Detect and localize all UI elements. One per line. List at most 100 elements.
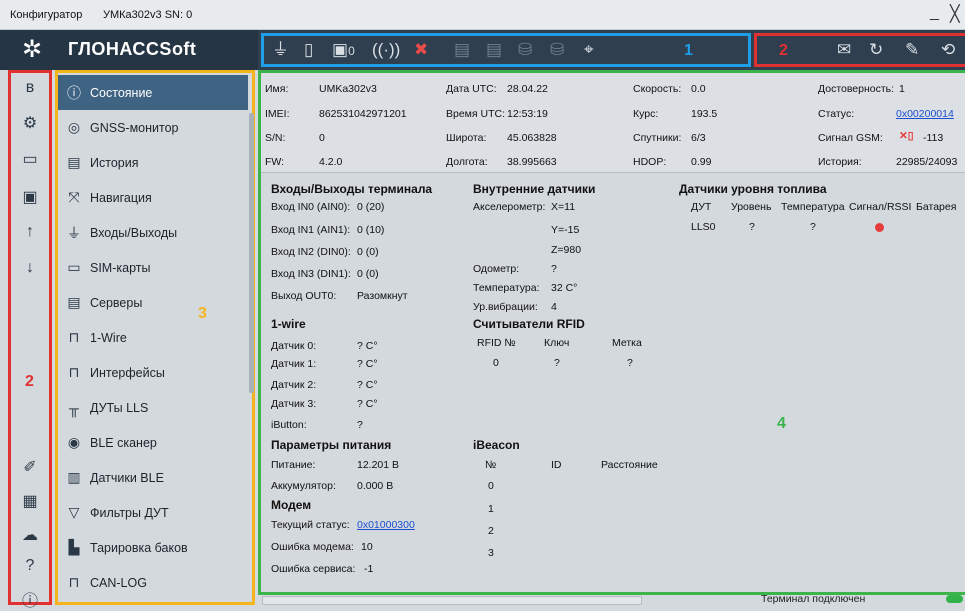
sim-card-icon[interactable]: ▣0 bbox=[332, 41, 355, 60]
nav-label: BLE сканер bbox=[90, 435, 157, 450]
app-title: Конфигуратор bbox=[10, 9, 83, 21]
rfid-cell: 0 bbox=[493, 357, 499, 369]
save-icon[interactable]: ▣ bbox=[11, 187, 49, 207]
nav-label: Датчики BLE bbox=[90, 470, 164, 485]
fuel-cell: ? bbox=[810, 221, 816, 233]
icon-sidebar: ʙ ⚙ ▭ ▣ ↑ ↓ 2 ✐ ▦ ☁ ? ⓘ bbox=[8, 70, 52, 610]
io-label: Вход IN1 (AIN1): bbox=[271, 224, 351, 236]
database-icon[interactable]: ⛁ bbox=[518, 41, 532, 59]
ble-icon: ◉ bbox=[67, 434, 81, 450]
nav-item-1wire[interactable]: ⊓ 1-Wire bbox=[58, 320, 248, 355]
lon-label: Долгота: bbox=[446, 156, 488, 168]
nav-item-ble-scanner[interactable]: ◉ BLE сканер bbox=[58, 425, 248, 460]
gsm-signal-icon[interactable]: ((·)) bbox=[372, 41, 400, 59]
hdop-value: 0.99 bbox=[691, 156, 712, 168]
server3-icon[interactable]: ▤ bbox=[486, 41, 502, 59]
nav-item-servers[interactable]: ▤ Серверы bbox=[58, 285, 248, 320]
sim-count: 0 bbox=[348, 44, 355, 58]
reset-icon[interactable]: ↻ bbox=[869, 41, 883, 59]
download-icon[interactable]: ↓ bbox=[11, 259, 49, 277]
location-pin-icon[interactable]: ⌖ bbox=[584, 41, 594, 59]
internal-section-title: Внутренние датчики bbox=[473, 182, 596, 196]
fuel-col-header: Уровень bbox=[731, 201, 772, 213]
nav-label: Входы/Выходы bbox=[90, 225, 178, 240]
connection-led-icon bbox=[946, 595, 963, 603]
bluetooth-icon[interactable]: ʙ bbox=[11, 79, 49, 97]
onewire-label: iButton: bbox=[271, 419, 307, 431]
nav-item-tank-calibration[interactable]: ▙ Тарировка баков bbox=[58, 530, 248, 565]
fuel-col-header: Температура bbox=[781, 201, 845, 213]
io-value: 0 (0) bbox=[357, 268, 379, 280]
rfid-cell: ? bbox=[627, 357, 633, 369]
toolbar-number: 1 bbox=[684, 42, 693, 59]
nav-scrollbar[interactable] bbox=[249, 113, 254, 393]
main-panel: Имя: UMKa302v3 IMEI: 862531042971201 S/N… bbox=[258, 70, 965, 595]
status-link[interactable]: 0x00200014 bbox=[896, 108, 954, 120]
usb-modem-icon[interactable]: ⚙ bbox=[11, 113, 49, 133]
calculator-icon[interactable]: ▦ bbox=[11, 491, 49, 511]
info-icon[interactable]: ⓘ bbox=[11, 587, 49, 611]
io-value: 0 (10) bbox=[357, 224, 385, 236]
nav-panel: ⓘ Состояние ◎ GNSS-монитор ▤ История ⤧ Навиг… bbox=[55, 70, 255, 605]
send-message-icon[interactable]: ✉ bbox=[837, 41, 851, 59]
glonass-logo-icon: ✲ bbox=[21, 36, 43, 63]
hdop-label: HDOP: bbox=[633, 156, 667, 168]
sidebar-number: 2 bbox=[25, 373, 34, 390]
nav-item-lls[interactable]: ╥ ДУТы LLS bbox=[58, 390, 248, 425]
plug-icon: ⊓ bbox=[68, 574, 80, 590]
battery-icon[interactable]: ▯ bbox=[304, 41, 313, 59]
onewire-value: ? C° bbox=[357, 398, 378, 410]
rfid-col-header: Метка bbox=[612, 337, 642, 349]
server2-icon[interactable]: ▤ bbox=[454, 41, 470, 59]
rfid-col-header: RFID № bbox=[477, 337, 516, 349]
lat-label: Широта: bbox=[446, 132, 487, 144]
modem-status-link[interactable]: 0x01000300 bbox=[357, 519, 415, 531]
course-value: 193.5 bbox=[691, 108, 718, 120]
accel-x: X=11 bbox=[551, 201, 576, 213]
time-label: Время UTC: bbox=[446, 108, 506, 120]
power-label: Аккумулятор: bbox=[271, 480, 336, 492]
fuel-col-header: ДУТ bbox=[691, 201, 712, 213]
nav-item-io[interactable]: ⏚ Входы/Выходы bbox=[58, 215, 248, 250]
ibeacon-row: 2 bbox=[488, 525, 494, 537]
close-button[interactable]: ╳ bbox=[950, 4, 960, 24]
minimize-button[interactable]: _ bbox=[930, 4, 939, 22]
sign-icon[interactable]: ✎ bbox=[905, 41, 919, 59]
nav-label: ДУТы LLS bbox=[90, 400, 149, 415]
nav-item-gnss[interactable]: ◎ GNSS-монитор bbox=[58, 110, 248, 145]
power-value: 0.000 В bbox=[357, 480, 394, 492]
script-icon[interactable]: ✐ bbox=[11, 457, 49, 477]
nav-item-can-log[interactable]: ⊓ CAN-LOG bbox=[58, 565, 248, 600]
nav-item-sim[interactable]: ▭ SIM-карты bbox=[58, 250, 248, 285]
power-plug-icon[interactable]: ⏚ bbox=[272, 41, 289, 59]
onewire-value: ? C° bbox=[357, 358, 378, 370]
connection-status: Терминал подключен bbox=[761, 593, 866, 605]
nav-item-history[interactable]: ▤ История bbox=[58, 145, 248, 180]
modem-status-label: Текущий статус: bbox=[271, 519, 350, 531]
nav-item-fuel-filters[interactable]: ▽ Фильтры ДУТ bbox=[58, 495, 248, 530]
tank-icon: ▙ bbox=[68, 539, 80, 555]
odometer-value: ? bbox=[551, 263, 557, 275]
ibeacon-row: 0 bbox=[488, 480, 494, 492]
database-settings-icon[interactable]: ⛁ bbox=[550, 41, 564, 59]
logo: ✲ ГЛОНАССSoft bbox=[0, 30, 258, 70]
cloud-icon[interactable]: ☁ bbox=[11, 525, 49, 545]
date-label: Дата UTC: bbox=[446, 83, 497, 95]
fuel-col-header: Сигнал/RSSI bbox=[849, 201, 912, 213]
server-error-icon[interactable]: ✖ bbox=[414, 41, 428, 59]
io-label: Вход IN2 (DIN0): bbox=[271, 246, 351, 258]
main-number: 4 bbox=[777, 415, 786, 432]
name-label: Имя: bbox=[265, 83, 289, 95]
nav-item-ble-sensors[interactable]: ▥ Датчики BLE bbox=[58, 460, 248, 495]
history-value: 22985/24093 bbox=[896, 156, 958, 168]
playback-icon[interactable]: ⟲ bbox=[941, 41, 955, 59]
sn-label: S/N: bbox=[265, 132, 286, 144]
nav-label: Фильтры ДУТ bbox=[90, 505, 169, 520]
imei-value: 862531042971201 bbox=[319, 108, 407, 120]
nav-item-navigation[interactable]: ⤧ Навигация bbox=[58, 180, 248, 215]
folder-icon[interactable]: ▭ bbox=[11, 149, 49, 169]
nav-item-state[interactable]: ⓘ Состояние bbox=[58, 75, 248, 110]
nav-item-interfaces[interactable]: ⊓ Интерфейсы bbox=[58, 355, 248, 390]
upload-icon[interactable]: ↑ bbox=[11, 223, 49, 241]
help-icon[interactable]: ? bbox=[11, 557, 49, 575]
